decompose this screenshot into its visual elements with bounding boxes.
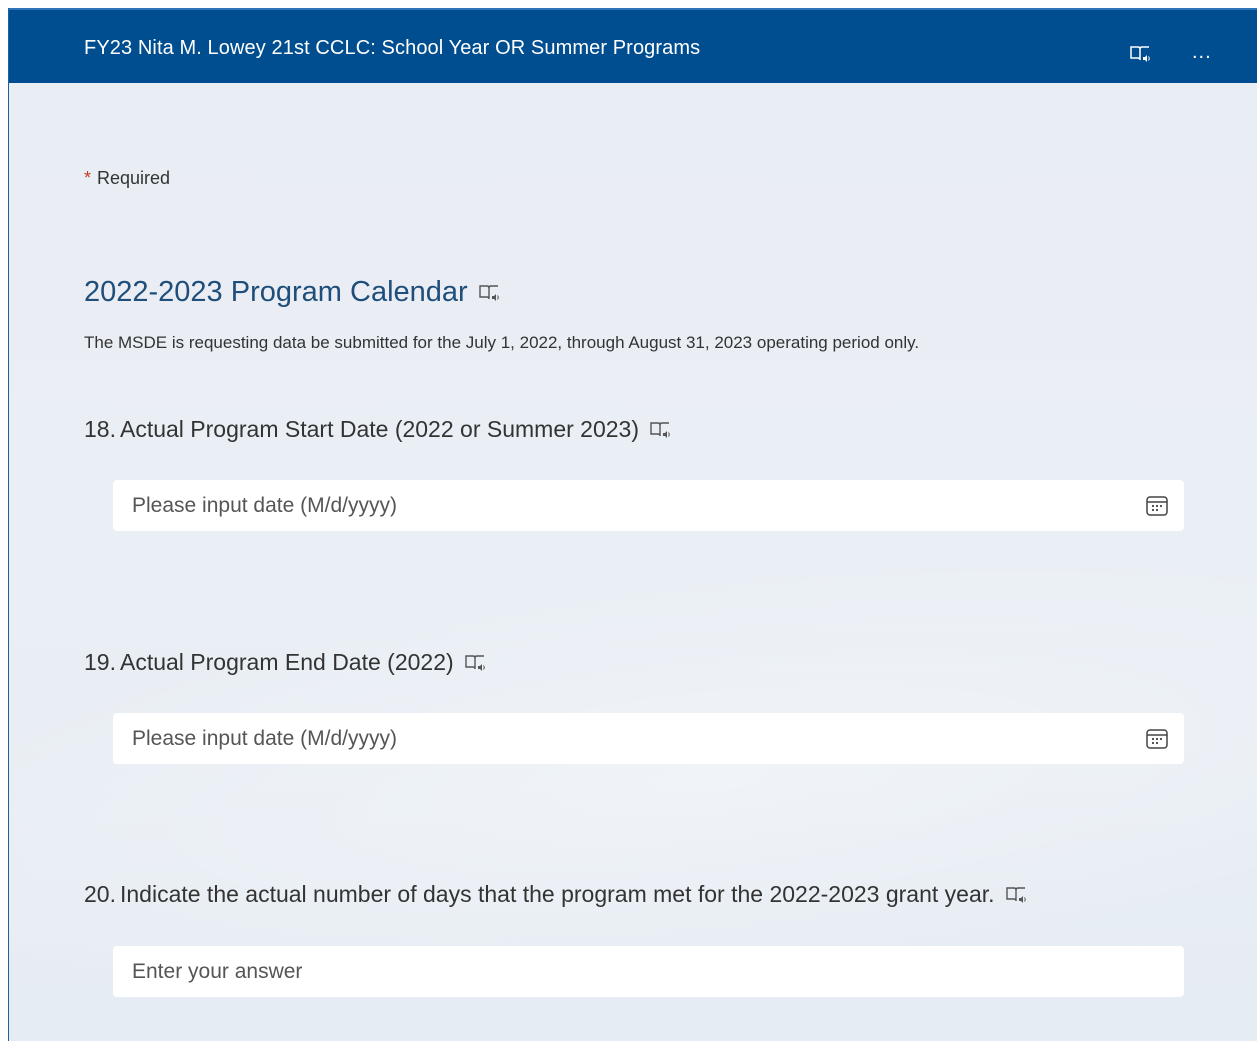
- section-title-text: 2022-2023 Program Calendar: [84, 276, 468, 308]
- question-text: Actual Program End Date (2022): [119, 649, 454, 675]
- section-title: 2022-2023 Program Calendar: [84, 276, 500, 309]
- calendar-icon[interactable]: [1145, 494, 1169, 518]
- immersive-reader-icon[interactable]: [1005, 885, 1027, 905]
- question-number: 19.: [84, 649, 116, 675]
- immersive-reader-icon[interactable]: [478, 283, 500, 303]
- immersive-reader-icon[interactable]: [1129, 44, 1151, 64]
- question-number: 18.: [84, 416, 116, 442]
- form-header: FY23 Nita M. Lowey 21st CCLC: School Yea…: [9, 8, 1257, 83]
- immersive-reader-icon[interactable]: [464, 653, 486, 673]
- form-page: FY23 Nita M. Lowey 21st CCLC: School Yea…: [8, 8, 1257, 1041]
- more-options-button[interactable]: ...: [1192, 42, 1212, 62]
- question-number: 20.: [84, 881, 116, 907]
- question-19-title: 19. Actual Program End Date (2022): [84, 649, 486, 676]
- required-star: *: [84, 168, 92, 188]
- start-date-input[interactable]: Please input date (M/d/yyyy): [113, 480, 1184, 531]
- days-met-input[interactable]: Enter your answer: [113, 946, 1184, 997]
- question-text: Indicate the actual number of days that …: [119, 881, 995, 907]
- section-description: The MSDE is requesting data be submitted…: [84, 333, 920, 352]
- question-20-title: 20. Indicate the actual number of days t…: [84, 881, 1027, 908]
- question-18-title: 18. Actual Program Start Date (2022 or S…: [84, 416, 671, 443]
- input-placeholder: Please input date (M/d/yyyy): [132, 727, 397, 750]
- input-placeholder: Please input date (M/d/yyyy): [132, 494, 397, 517]
- calendar-icon[interactable]: [1145, 727, 1169, 751]
- input-placeholder: Enter your answer: [132, 960, 303, 983]
- immersive-reader-icon[interactable]: [649, 420, 671, 440]
- required-note: * Required: [84, 168, 170, 189]
- end-date-input[interactable]: Please input date (M/d/yyyy): [113, 713, 1184, 764]
- question-text: Actual Program Start Date (2022 or Summe…: [119, 416, 639, 442]
- required-label: Required: [97, 168, 171, 188]
- form-title: FY23 Nita M. Lowey 21st CCLC: School Yea…: [84, 37, 701, 59]
